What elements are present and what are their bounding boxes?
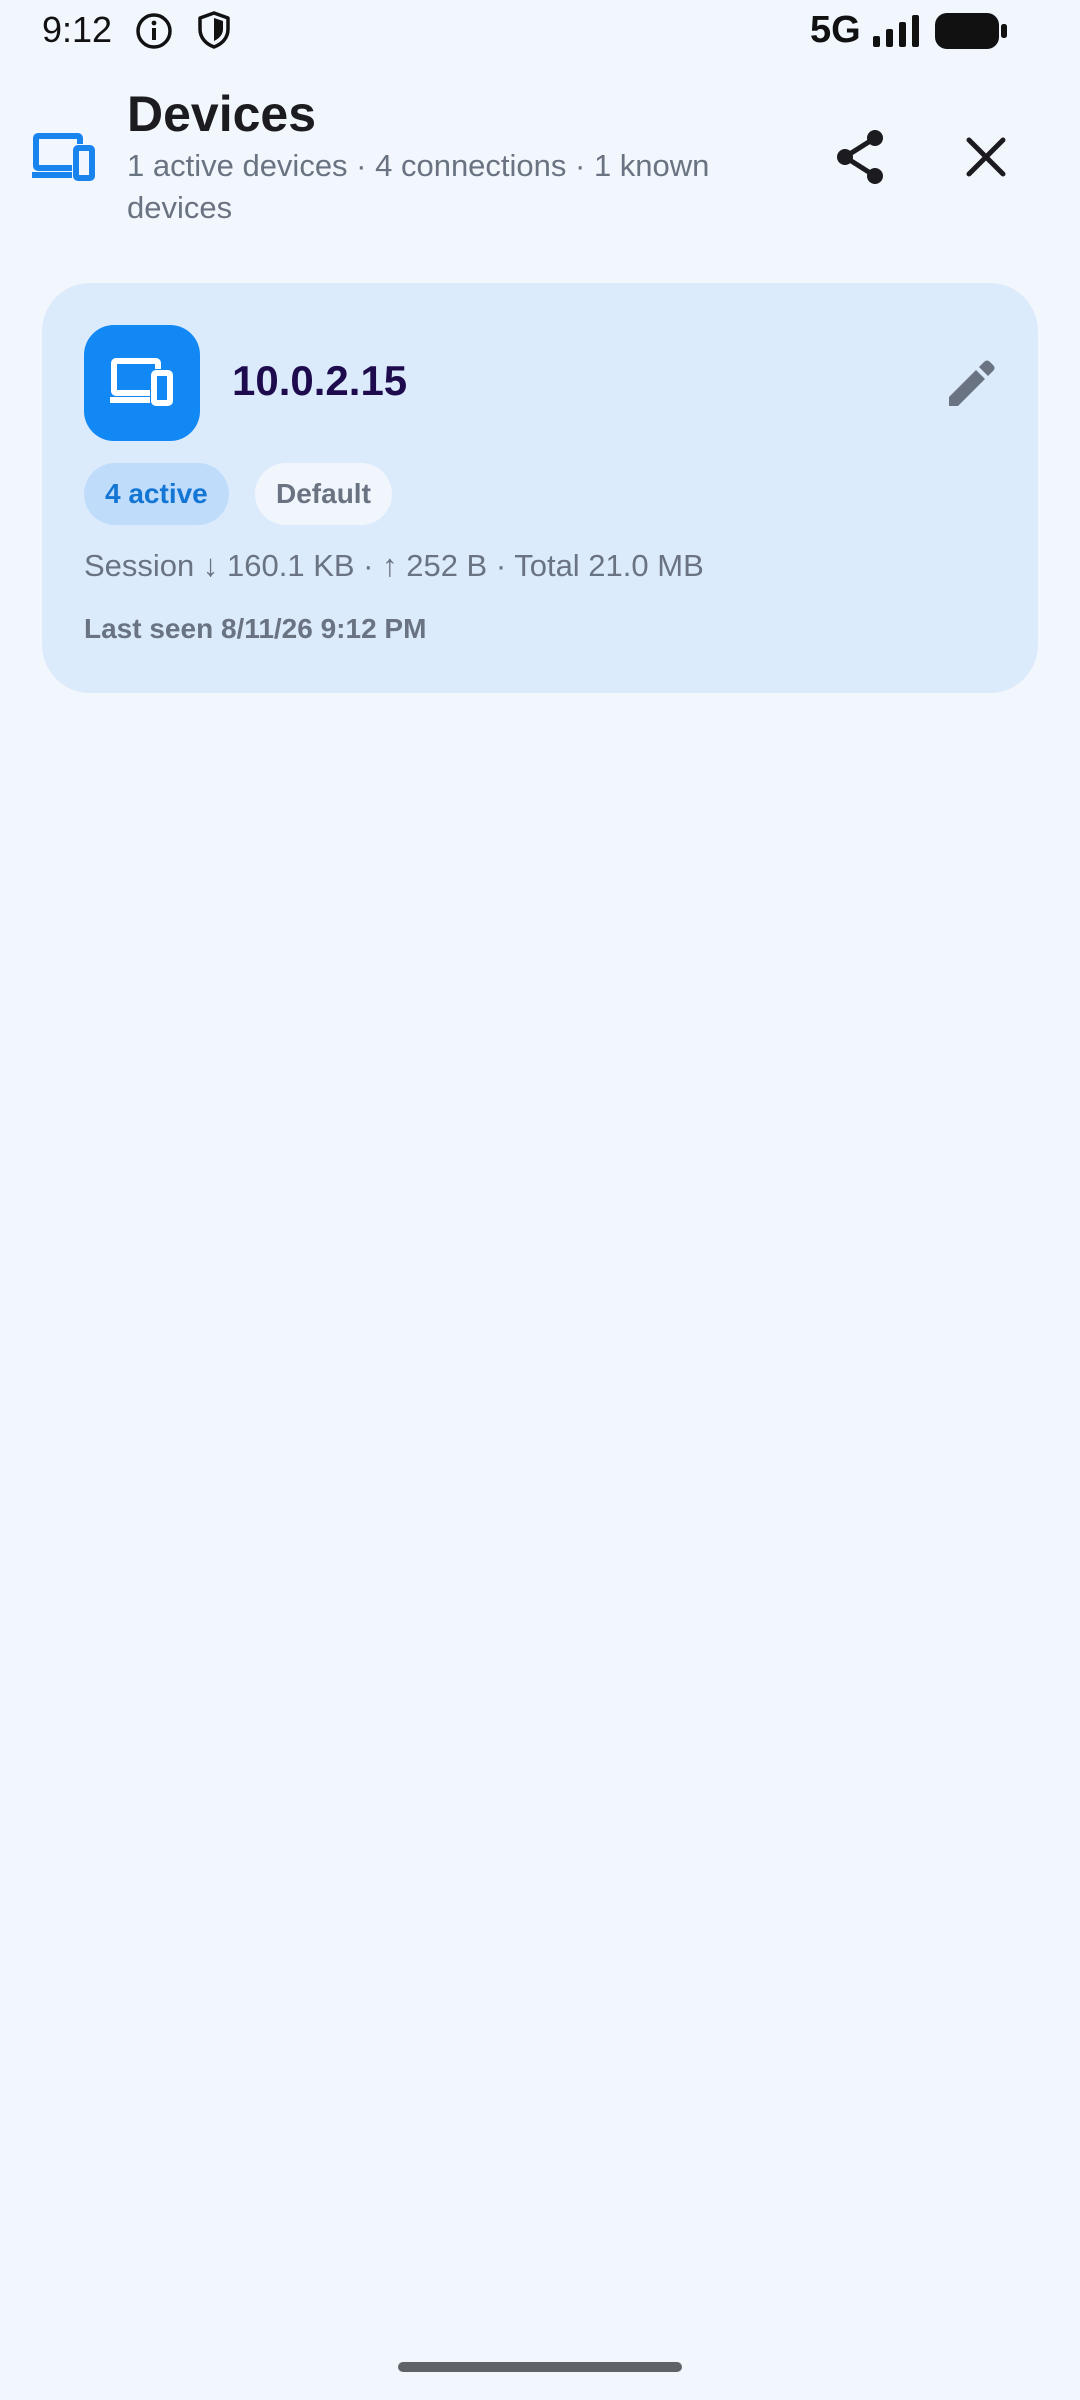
devices-icon [32,133,96,181]
device-avatar [84,325,200,441]
shield-icon [198,11,230,49]
device-name: 10.0.2.15 [232,357,408,404]
network-label: 5G [810,9,861,51]
status-bar: 9:12 5G [0,0,1080,62]
home-indicator[interactable] [398,2362,682,2372]
share-icon [837,130,883,184]
share-button[interactable] [818,115,902,199]
status-time: 9:12 [42,9,113,50]
active-connections-badge: 4 active [84,463,229,525]
close-button[interactable] [944,115,1028,199]
close-icon [966,137,1006,177]
battery-icon [935,13,1007,49]
page-title: Devices [127,86,317,142]
default-badge: Default [255,463,392,525]
last-seen: Last seen 8/11/26 9:12 PM [84,613,427,644]
signal-icon [873,15,919,47]
devices-summary: 1 active devices · 4 connections · 1 kno… [127,148,710,225]
session-stats: Session ↓ 160.1 KB · ↑ 252 B · Total 21.… [84,548,704,583]
devices-icon [110,358,174,406]
device-card[interactable]: 10.0.2.15 4 active Default Session ↓ 160… [42,283,1038,693]
edit-device-button[interactable] [930,341,1014,425]
edit-icon [949,360,995,406]
info-icon [136,13,172,49]
